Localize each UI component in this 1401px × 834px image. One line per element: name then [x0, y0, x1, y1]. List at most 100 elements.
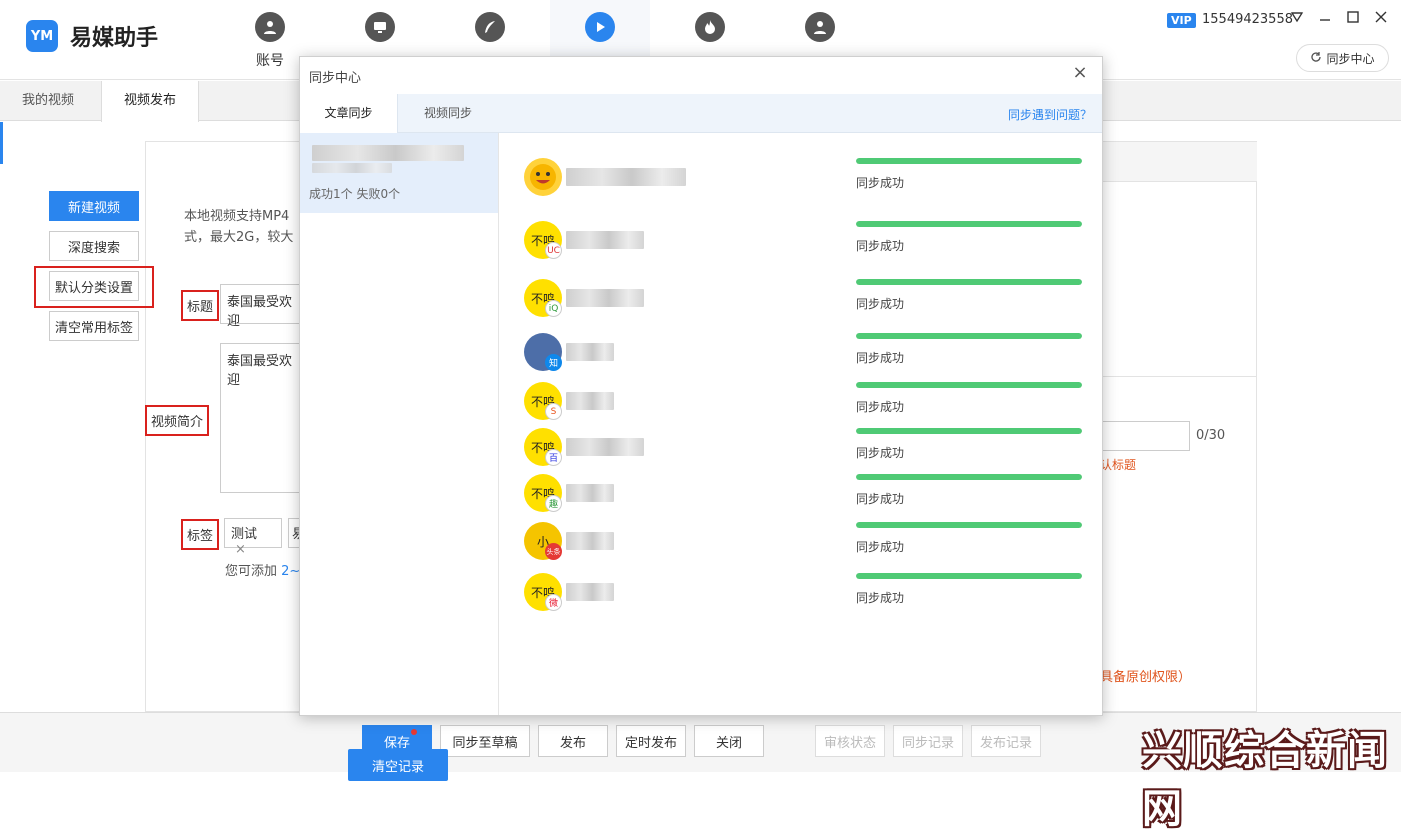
close-button[interactable]: 关闭	[694, 725, 764, 757]
avatar: 不鸣趣	[524, 474, 562, 512]
platform-badge-icon: 知	[545, 354, 562, 371]
blurred-account-name	[566, 289, 644, 307]
sync-status: 同步成功	[856, 176, 905, 190]
avatar: 不鸣 iQ	[524, 279, 562, 317]
tab-my-videos[interactable]: 我的视频	[0, 81, 96, 121]
sync-status: 同步成功	[856, 239, 905, 253]
review-status-button[interactable]: 审核状态	[815, 725, 885, 757]
avatar: 不鸣 UC	[524, 221, 562, 259]
platform-badge-icon: 趣	[545, 495, 562, 512]
tab-article-sync[interactable]: 文章同步	[300, 94, 398, 134]
sync-center-label: 同步中心	[1326, 51, 1375, 66]
platform-badge-icon: iQ	[545, 300, 562, 317]
platform-badge-icon: 百	[545, 449, 562, 466]
app-title: 易媒助手	[70, 26, 159, 51]
refresh-icon	[1310, 51, 1322, 66]
sync-progress-bar	[856, 279, 1082, 285]
hint-red-1: 认标题	[1100, 458, 1137, 472]
account-row: 不鸣趣 同步成功	[520, 474, 1090, 522]
account-row: 不鸣微 同步成功	[520, 573, 1090, 621]
account-row: 不鸣 S 同步成功	[520, 382, 1090, 430]
upload-hint-line1: 本地视频支持MP4	[184, 209, 290, 224]
sync-status: 同步成功	[856, 446, 905, 460]
avatar: 小头条	[524, 522, 562, 560]
publish-button[interactable]: 发布	[538, 725, 608, 757]
tab-video-publish[interactable]: 视频发布	[101, 81, 200, 122]
sync-center-dialog: 同步中心 × 文章同步 视频同步 同步遇到问题？ 成功1个 失败0个 清空记录 …	[299, 56, 1103, 781]
clear-records-button[interactable]: 清空记录	[348, 749, 448, 781]
blurred-account-name	[566, 343, 614, 361]
tag-remove-icon[interactable]: ×	[235, 542, 246, 557]
record-stats: 成功1个 失败0个	[309, 187, 401, 201]
short-title-input[interactable]	[1100, 421, 1190, 451]
avatar: 不鸣微	[524, 573, 562, 611]
watermark: 兴顺综合新闻网	[1142, 728, 1388, 832]
tag-chip[interactable]: 测试 ×	[224, 518, 282, 557]
maximize-icon[interactable]	[1344, 10, 1362, 28]
account-row: 不鸣 iQ 同步成功	[520, 279, 1090, 327]
deep-search-button[interactable]: 深度搜索	[49, 231, 139, 261]
minimize-icon[interactable]	[1316, 10, 1334, 28]
sync-status: 同步成功	[856, 400, 905, 414]
sync-progress-bar	[856, 522, 1082, 528]
sync-status: 同步成功	[856, 492, 905, 506]
blurred-title	[312, 145, 464, 161]
blurred-account-name	[566, 392, 614, 410]
sync-status: 同步成功	[856, 540, 905, 554]
play-icon	[585, 12, 615, 42]
right-panel-header	[1102, 142, 1257, 182]
tab-video-sync[interactable]: 视频同步	[398, 94, 498, 134]
help-link[interactable]: 同步遇到问题？	[1008, 106, 1092, 123]
account-row: 同步成功	[520, 158, 1090, 206]
record-item[interactable]: 成功1个 失败0个	[300, 133, 498, 213]
new-video-button[interactable]: 新建视频	[49, 191, 139, 221]
blurred-account-name	[566, 438, 644, 456]
hint-red-2: 具备原创权限）	[1100, 670, 1192, 685]
sync-center-button[interactable]: 同步中心	[1296, 44, 1389, 72]
sync-status: 同步成功	[856, 591, 905, 605]
close-icon[interactable]: ×	[1070, 63, 1090, 83]
sync-progress-bar	[856, 333, 1082, 339]
dialog-title: 同步中心	[309, 71, 362, 86]
avatar: 知	[524, 333, 562, 371]
account-row: 小头条 同步成功	[520, 522, 1090, 570]
record-list: 成功1个 失败0个 清空记录	[300, 133, 499, 781]
flame-icon	[695, 12, 725, 42]
sync-status: 同步成功	[856, 297, 905, 311]
app-logo: YM	[26, 20, 58, 52]
vip-badge: VIP	[1167, 13, 1196, 28]
clear-tags-button[interactable]: 清空常用标签	[49, 311, 139, 341]
default-category-button[interactable]: 默认分类设置	[49, 271, 139, 301]
unsaved-dot	[411, 729, 417, 735]
monitor-icon	[365, 12, 395, 42]
emoji-icon	[530, 164, 556, 190]
sync-records-button[interactable]: 同步记录	[893, 725, 963, 757]
blurred-account-name	[566, 583, 614, 601]
intro-textarea[interactable]: 泰国最受欢迎	[220, 343, 310, 493]
account-row: 不鸣百 同步成功	[520, 428, 1090, 476]
char-counter: 0/30	[1196, 428, 1226, 443]
platform-badge-icon: 头条	[545, 543, 562, 560]
account-number[interactable]: 15549423558	[1202, 12, 1293, 27]
sync-progress-bar	[856, 573, 1082, 579]
platform-badge-icon: UC	[545, 242, 562, 259]
tag-chip-text: 测试	[231, 527, 258, 542]
sync-status: 同步成功	[856, 351, 905, 365]
publish-records-button[interactable]: 发布记录	[971, 725, 1041, 757]
title-input[interactable]: 泰国最受欢迎	[220, 284, 310, 329]
avatar	[524, 158, 562, 196]
sync-progress-bar	[856, 382, 1082, 388]
blurred-subtitle	[312, 163, 392, 173]
tags-hint: 您可添加 2~	[225, 560, 300, 579]
window-close-icon[interactable]	[1372, 10, 1390, 28]
sync-progress-bar	[856, 158, 1082, 164]
scheduled-publish-button[interactable]: 定时发布	[616, 725, 686, 757]
divider	[1102, 376, 1257, 377]
sync-draft-button[interactable]: 同步至草稿	[440, 725, 530, 757]
dropdown-icon[interactable]	[1288, 10, 1306, 28]
sync-progress-bar	[856, 221, 1082, 227]
upload-hint-line2: 式，最大2G，较大	[184, 230, 294, 245]
blurred-account-name	[566, 231, 644, 249]
intro-label: 视频简介	[145, 405, 210, 436]
feather-icon	[475, 12, 505, 42]
